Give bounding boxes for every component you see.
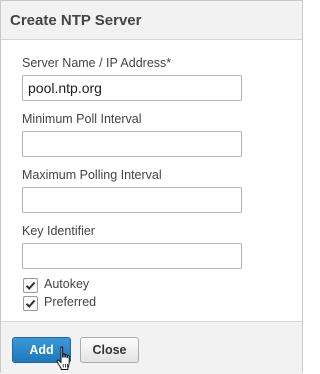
- min-poll-label: Minimum Poll Interval: [22, 112, 142, 126]
- hand-pointer-icon: [56, 346, 70, 370]
- checkmark-icon: [25, 281, 36, 290]
- max-poll-label: Maximum Polling Interval: [22, 168, 162, 182]
- server-name-input[interactable]: [22, 75, 242, 101]
- preferred-checkbox[interactable]: [23, 296, 38, 311]
- preferred-label: Preferred: [44, 295, 97, 309]
- checkmark-icon: [25, 299, 36, 308]
- key-identifier-input[interactable]: [22, 243, 242, 269]
- create-ntp-server-dialog: Create NTP Server Server Name / IP Addre…: [0, 0, 303, 374]
- autokey-checkbox[interactable]: [23, 278, 38, 293]
- autokey-label: Autokey: [44, 277, 90, 291]
- close-button[interactable]: Close: [80, 337, 139, 363]
- dialog-title: Create NTP Server: [10, 12, 142, 29]
- dialog-header: Create NTP Server: [1, 1, 302, 40]
- server-name-label: Server Name / IP Address*: [22, 56, 172, 70]
- min-poll-input[interactable]: [22, 131, 242, 157]
- key-identifier-label: Key Identifier: [22, 224, 95, 238]
- dialog-footer: Add Close: [1, 321, 302, 374]
- max-poll-input[interactable]: [22, 187, 242, 213]
